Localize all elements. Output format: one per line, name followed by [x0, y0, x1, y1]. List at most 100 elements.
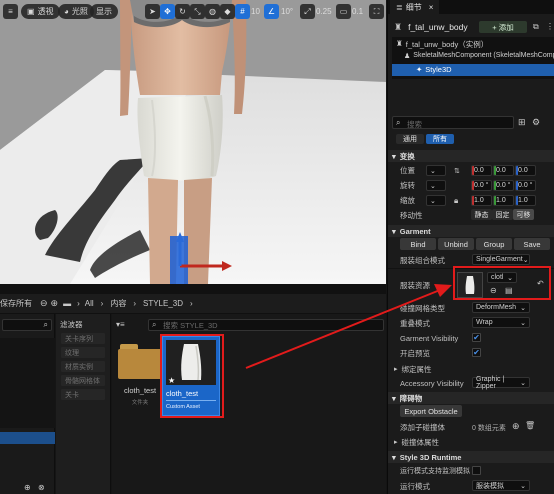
mobility-static-button[interactable]: 静态	[471, 209, 492, 220]
collision-mesh-dropdown[interactable]: DeformMesh ⌄	[472, 302, 530, 313]
scale-dropdown[interactable]: ⌄	[426, 195, 446, 206]
runtime-mode-row: 运行模式 服装模拟 ⌄	[388, 480, 554, 492]
bind-button[interactable]: Bind	[400, 238, 436, 250]
rotation-snap-icon[interactable]: ∠	[264, 4, 279, 19]
grid-snap-value[interactable]: 10	[251, 4, 260, 19]
level-viewport[interactable]: ≡ ▣ 透视 ◕ 光照 显示 ➤ ✥ ↻ ⤡ ◍ ◆ # 10 ∠ 10° ⤢ …	[0, 0, 386, 284]
details-object-header: ♜ f_tal_unw_body + 添加 ⧉ ⋮	[388, 19, 554, 35]
scale-x-field[interactable]: 1.0	[471, 195, 492, 206]
group-button[interactable]: Group	[476, 238, 512, 250]
rotate-icon[interactable]: ↻	[175, 4, 190, 19]
lock-icon[interactable]: 🔒︎	[454, 196, 458, 206]
rotation-z-field[interactable]: 0.0 °	[515, 180, 536, 191]
garment-mode-dropdown[interactable]: SingleGarment ⌄	[472, 254, 530, 265]
mobility-option-label: 静态	[474, 211, 489, 219]
folder-search-input[interactable]: ⌕	[2, 319, 52, 331]
rotation-dropdown[interactable]: ⌄	[426, 180, 446, 191]
more-icon[interactable]: ⋮	[546, 22, 554, 31]
breadcrumb-all[interactable]: All	[85, 299, 94, 308]
collider-properties-row[interactable]: ▸ 碰撞体属性	[388, 436, 554, 448]
collision-mesh-label: 碰撞网格类型	[400, 303, 445, 313]
rotation-x-field[interactable]: 0.0 °	[471, 180, 492, 191]
world-icon[interactable]: ◍	[205, 4, 220, 19]
history-forward-icon[interactable]: ⊕	[51, 298, 59, 309]
blueprint-icon[interactable]: ⧉	[533, 22, 539, 32]
folder-tree-list	[0, 338, 55, 428]
add-icon[interactable]: ⊕	[24, 483, 31, 492]
section-obstacle[interactable]: ▾ 障碍物	[388, 392, 554, 404]
grid-snap-icon[interactable]: #	[235, 4, 250, 19]
mobility-stationary-button[interactable]: 固定	[492, 209, 513, 220]
filter-item[interactable]: 纹理	[61, 347, 105, 358]
lock-icon[interactable]: ⇅	[454, 167, 460, 175]
details-panel: ≣ 细节 × ♜ f_tal_unw_body + 添加 ⧉ ⋮ ♜ f_tal_…	[387, 0, 554, 494]
binding-properties-row[interactable]: ▸ 绑定属性	[388, 363, 554, 375]
location-y-field[interactable]: 0.0	[493, 165, 514, 176]
add-component-button[interactable]: + 添加	[479, 21, 527, 33]
component-tree-item-selected[interactable]: ✦ Style3D	[392, 64, 554, 76]
location-dropdown[interactable]: ⌄	[426, 165, 446, 176]
accessory-visibility-label: Accessory Visibility	[400, 378, 464, 388]
save-button[interactable]: Save	[514, 238, 550, 250]
overlap-mode-dropdown[interactable]: Wrap ⌄	[472, 317, 530, 328]
surface-snap-icon[interactable]: ◆	[220, 4, 235, 19]
lit-button[interactable]: ◕ 光照	[58, 4, 94, 19]
grid-view-icon[interactable]: ⊞	[518, 117, 526, 128]
tab-all[interactable]: 所有	[426, 134, 454, 144]
settings-icon[interactable]: ⊗	[38, 483, 45, 492]
filter-item[interactable]: 关卡序列	[61, 333, 105, 344]
save-all-button[interactable]: 保存所有	[0, 298, 32, 309]
accessory-visibility-dropdown[interactable]: Graphic | Zipper ⌄	[472, 376, 530, 390]
location-x-field[interactable]: 0.0	[471, 165, 492, 176]
history-back-icon[interactable]: ⊖	[40, 298, 48, 309]
show-button[interactable]: 显示	[90, 4, 118, 19]
details-tab[interactable]: ≣ 细节 ×	[390, 0, 440, 14]
delete-icon[interactable]: 🗑︎	[525, 421, 535, 430]
enable-preview-label: 开启预览	[400, 348, 430, 358]
section-garment[interactable]: ▾ Garment	[388, 225, 554, 237]
section-transform[interactable]: ▾ 变换	[388, 150, 554, 162]
runtime-mode-dropdown[interactable]: 服装模拟 ⌄	[472, 480, 530, 491]
location-z-field[interactable]: 0.0	[515, 165, 536, 176]
camera-speed-value[interactable]: 0.1	[352, 4, 363, 19]
settings-icon[interactable]: ⚙	[532, 117, 540, 128]
unbind-button[interactable]: Unbind	[438, 238, 474, 250]
mobility-movable-button[interactable]: 可移	[513, 209, 534, 220]
enable-preview-checkbox[interactable]: ✔	[472, 348, 481, 357]
component-tree: ♜ f_tal_unw_body（实例） ♟ SkeletalMeshCompone…	[392, 37, 554, 79]
scale-y-field[interactable]: 1.0	[493, 195, 514, 206]
asset-search-input[interactable]: ⌕ 搜索 STYLE_3D	[148, 319, 384, 331]
rotation-y-field[interactable]: 0.0 °	[493, 180, 514, 191]
filter-item[interactable]: 材质实例	[61, 361, 105, 372]
component-tree-item[interactable]: ♟ SkeletalMeshComponent (SkeletalMeshComp…	[404, 52, 554, 60]
camera-speed-icon[interactable]: ▭	[336, 4, 351, 19]
select-icon[interactable]: ➤	[145, 4, 160, 19]
filter-icon[interactable]: ▾≡	[116, 320, 125, 329]
scale-snap-icon[interactable]: ⤢	[300, 4, 315, 19]
menu-icon[interactable]: ≡	[3, 4, 18, 19]
scale-icon[interactable]: ⤡	[190, 4, 205, 19]
rotation-snap-value[interactable]: 10°	[281, 4, 293, 19]
scale-snap-value[interactable]: 0.25	[316, 4, 332, 19]
runtime-monitor-checkbox[interactable]	[472, 466, 481, 475]
section-style3d-runtime[interactable]: ▾ Style 3D Runtime	[388, 451, 554, 463]
folder-tree-selected-row[interactable]	[0, 432, 55, 444]
details-search-input[interactable]: ⌕ 搜索	[392, 116, 514, 129]
filter-item[interactable]: 关卡	[61, 389, 105, 400]
breadcrumb-style3d[interactable]: STYLE_3D	[143, 299, 183, 308]
maximize-icon[interactable]: ⛶	[369, 4, 384, 19]
rotation-z-value: 0.0 °	[518, 182, 533, 189]
add-element-icon[interactable]: ⊕	[512, 421, 520, 432]
close-icon[interactable]: ×	[429, 3, 434, 12]
perspective-button[interactable]: ▣ 透视	[21, 4, 60, 19]
location-row: 位置 ⌄ ⇅ 0.0 0.0 0.0	[388, 164, 554, 177]
export-obstacle-button[interactable]: Export Obstacle	[400, 405, 462, 417]
asset-tile-folder[interactable]: cloth_test 文件夹	[116, 340, 164, 410]
move-icon[interactable]: ✥	[160, 4, 175, 19]
scale-z-field[interactable]: 1.0	[515, 195, 536, 206]
garment-visibility-checkbox[interactable]: ✔	[472, 333, 481, 342]
component-tree-root[interactable]: ♜ f_tal_unw_body（实例）	[396, 39, 488, 50]
tab-common[interactable]: 通用	[396, 134, 424, 144]
filter-item[interactable]: 骨骼网格体	[61, 375, 105, 386]
breadcrumb-content[interactable]: 内容	[110, 298, 126, 309]
